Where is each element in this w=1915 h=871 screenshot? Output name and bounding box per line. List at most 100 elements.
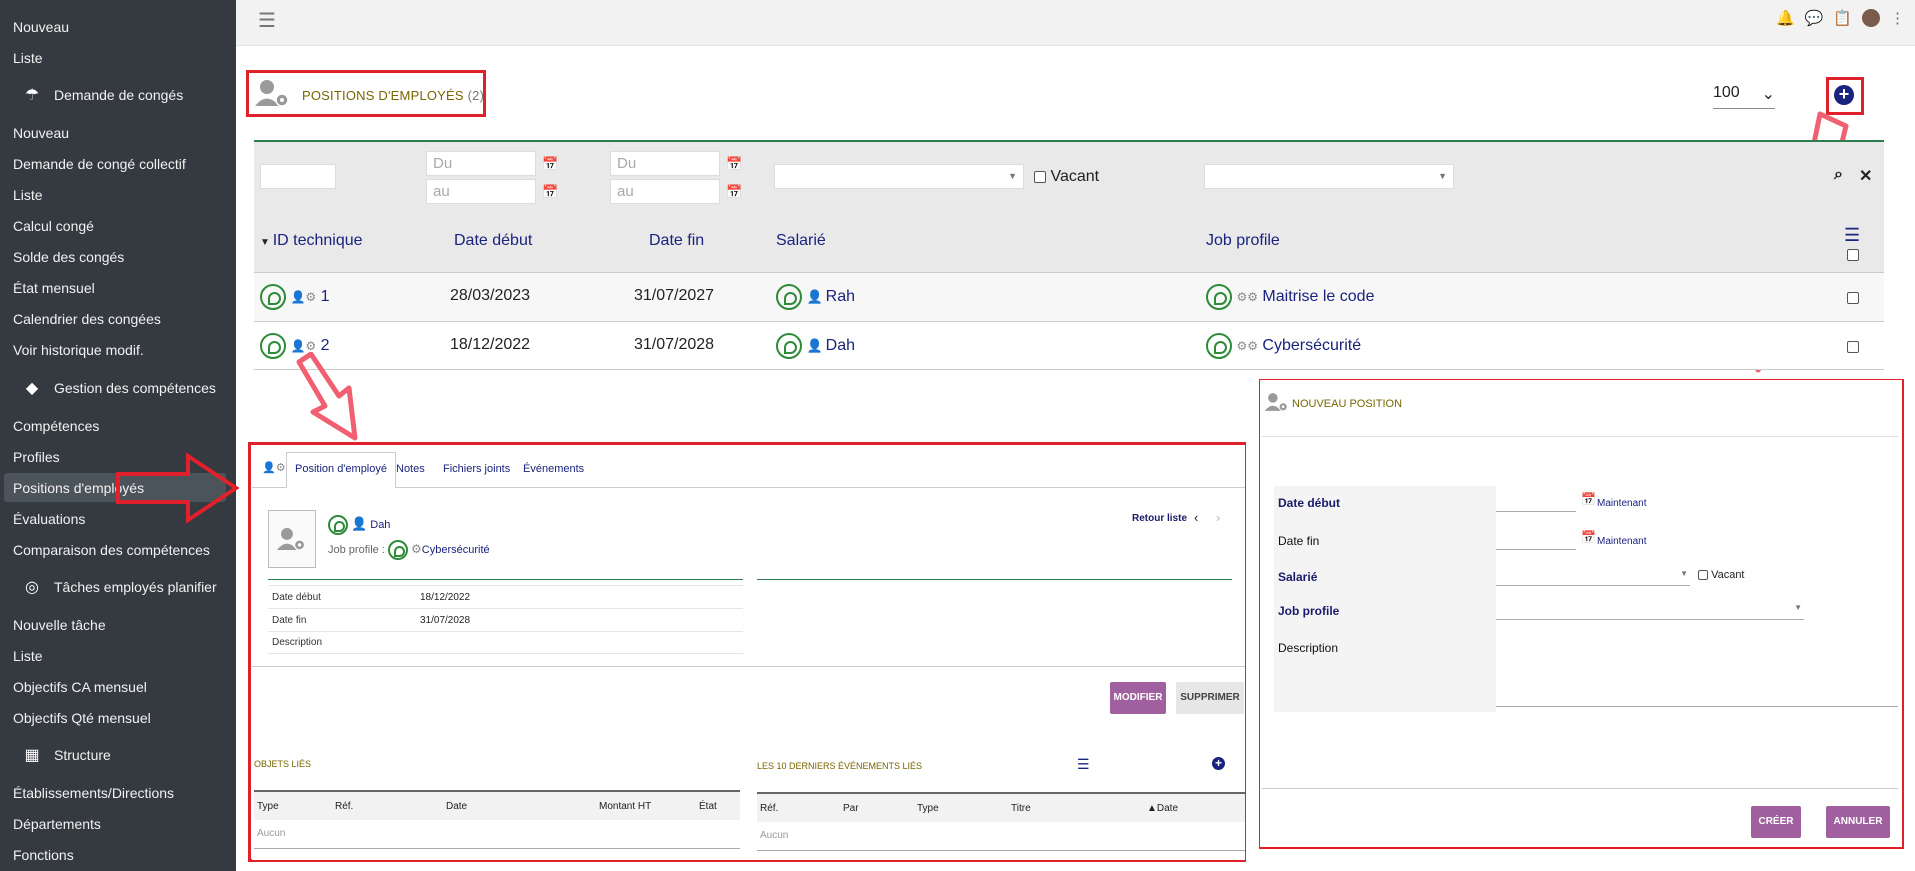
close-icon[interactable]: ✕ bbox=[1859, 166, 1872, 186]
date-debut-du-input[interactable]: Du bbox=[426, 151, 536, 176]
sidebar-item-calendrier[interactable]: Calendrier des congées bbox=[13, 311, 161, 327]
list-icon[interactable]: ☰ bbox=[1077, 756, 1090, 773]
hamburger-menu-icon[interactable]: ☰ bbox=[258, 8, 276, 33]
maintenant-link[interactable]: Maintenant bbox=[1597, 498, 1646, 509]
whatsapp-icon[interactable] bbox=[776, 333, 802, 359]
column-header[interactable]: Réf. bbox=[335, 801, 353, 812]
job-profile-select[interactable]: ▼ bbox=[1496, 598, 1804, 620]
table-row[interactable]: 👤⚙ 2 18/12/2022 31/07/2028 👤 Dah ⚙⚙ Cyber… bbox=[254, 321, 1884, 370]
sidebar-item-calcul-conge[interactable]: Calcul congé bbox=[13, 218, 94, 234]
whatsapp-icon[interactable] bbox=[260, 333, 286, 359]
sidebar-item-nouvelle-tache[interactable]: Nouvelle tâche bbox=[13, 617, 106, 633]
sidebar-item-competences[interactable]: Compétences bbox=[13, 418, 99, 434]
add-button[interactable]: + bbox=[1834, 85, 1854, 105]
sidebar-item-liste[interactable]: Liste bbox=[13, 50, 43, 66]
sidebar-section-conges[interactable]: ☂ Demande de congés bbox=[22, 85, 183, 105]
id-filter-input[interactable] bbox=[260, 164, 336, 189]
chevron-left-icon[interactable]: ‹ bbox=[1194, 510, 1198, 525]
sidebar-item-objectifs-ca[interactable]: Objectifs CA mensuel bbox=[13, 679, 147, 695]
row-salarie[interactable]: Dah bbox=[826, 337, 855, 354]
sidebar-item-objectifs-qte[interactable]: Objectifs Qté mensuel bbox=[13, 710, 151, 726]
creer-button[interactable]: CRÉER bbox=[1751, 806, 1801, 838]
avatar[interactable] bbox=[1862, 9, 1880, 27]
notifications-icon[interactable]: 🔔 bbox=[1776, 9, 1795, 27]
select-all-checkbox[interactable] bbox=[1847, 249, 1859, 261]
date-fin-du-input[interactable]: Du bbox=[610, 151, 720, 176]
sidebar-item-nouveau[interactable]: Nouveau bbox=[13, 19, 69, 35]
annuler-button[interactable]: ANNULER bbox=[1826, 806, 1890, 838]
sidebar-item-profiles[interactable]: Profiles bbox=[13, 449, 60, 465]
sidebar-section-taches[interactable]: ◎ Tâches employés planifier bbox=[22, 577, 217, 597]
clipboard-icon[interactable]: 📋 bbox=[1833, 9, 1852, 27]
sidebar-item-historique[interactable]: Voir historique modif. bbox=[13, 342, 144, 358]
sidebar-item-etablissements[interactable]: Établissements/Directions bbox=[13, 785, 174, 801]
per-page-select[interactable]: 100 ⌄ bbox=[1713, 84, 1775, 109]
column-header-date-debut[interactable]: Date début bbox=[454, 232, 532, 250]
date-debut-input[interactable] bbox=[1496, 490, 1576, 512]
whatsapp-icon[interactable] bbox=[776, 284, 802, 310]
column-header-id[interactable]: ▼ ID technique bbox=[260, 232, 363, 250]
sidebar-item-conge-collectif[interactable]: Demande de congé collectif bbox=[13, 156, 186, 172]
sidebar-section-competences[interactable]: ◆ Gestion des compétences bbox=[22, 378, 216, 398]
whatsapp-icon[interactable] bbox=[260, 284, 286, 310]
detail-salarie-name[interactable]: Dah bbox=[370, 519, 390, 531]
chevron-right-icon[interactable]: › bbox=[1216, 510, 1220, 525]
row-job-profile[interactable]: Cybersécurité bbox=[1262, 337, 1361, 354]
employee-photo[interactable] bbox=[268, 510, 316, 568]
sidebar-item-etat-mensuel[interactable]: État mensuel bbox=[13, 280, 95, 296]
chat-icon[interactable]: 💬 bbox=[1805, 9, 1824, 27]
tab-position[interactable]: Position d'employé bbox=[286, 452, 396, 489]
maintenant-link[interactable]: Maintenant bbox=[1597, 536, 1646, 547]
column-header-date-fin[interactable]: Date fin bbox=[649, 232, 704, 250]
column-header[interactable]: ▲Date bbox=[1147, 803, 1178, 814]
salarie-select[interactable]: ▼ bbox=[1496, 564, 1690, 586]
tab-evenements[interactable]: Événements bbox=[523, 463, 584, 475]
sidebar-item-liste[interactable]: Liste bbox=[13, 648, 43, 664]
sidebar-item-liste[interactable]: Liste bbox=[13, 187, 43, 203]
calendar-icon[interactable]: 📅 bbox=[726, 156, 742, 172]
column-header[interactable]: Date bbox=[446, 801, 467, 812]
calendar-icon[interactable]: 📅 bbox=[1581, 530, 1596, 544]
calendar-icon[interactable]: 📅 bbox=[542, 156, 558, 172]
row-job-profile[interactable]: Maitrise le code bbox=[1262, 288, 1374, 305]
table-row[interactable]: 👤⚙ 1 28/03/2023 31/07/2027 👤 Rah ⚙⚙ Maitr… bbox=[254, 272, 1884, 321]
calendar-icon[interactable]: 📅 bbox=[726, 184, 742, 200]
whatsapp-icon[interactable] bbox=[328, 515, 348, 535]
add-event-icon[interactable]: + bbox=[1212, 757, 1225, 770]
sidebar-item-fonctions[interactable]: Fonctions bbox=[13, 847, 74, 863]
row-checkbox[interactable] bbox=[1847, 292, 1859, 304]
tab-fichiers[interactable]: Fichiers joints bbox=[443, 463, 510, 475]
modifier-button[interactable]: MODIFIER bbox=[1110, 682, 1166, 714]
tab-notes[interactable]: Notes bbox=[396, 463, 425, 475]
column-header[interactable]: Type bbox=[917, 803, 939, 814]
column-header-job-profile[interactable]: Job profile bbox=[1206, 232, 1280, 250]
column-header-salarie[interactable]: Salarié bbox=[776, 232, 826, 250]
column-header[interactable]: État bbox=[699, 801, 717, 812]
list-icon[interactable]: ☰ bbox=[1844, 225, 1860, 246]
vacant-filter[interactable]: Vacant bbox=[1034, 168, 1099, 186]
date-fin-input[interactable] bbox=[1496, 528, 1576, 550]
calendar-icon[interactable]: 📅 bbox=[542, 184, 558, 200]
search-icon[interactable]: ⌕ bbox=[1834, 166, 1843, 184]
row-checkbox[interactable] bbox=[1847, 341, 1859, 353]
calendar-icon[interactable]: 📅 bbox=[1581, 492, 1596, 506]
sidebar-item-comparaison[interactable]: Comparaison des compétences bbox=[13, 542, 210, 558]
whatsapp-icon[interactable] bbox=[387, 540, 408, 560]
description-textarea[interactable] bbox=[1496, 635, 1898, 707]
sidebar-item-departements[interactable]: Départements bbox=[13, 816, 101, 832]
column-header[interactable]: Montant HT bbox=[599, 801, 651, 812]
vacant-checkbox[interactable] bbox=[1034, 170, 1046, 183]
date-fin-au-input[interactable]: au bbox=[610, 179, 720, 204]
column-header[interactable]: Réf. bbox=[760, 803, 778, 814]
detail-job-name[interactable]: Cybersécurité bbox=[422, 544, 490, 556]
supprimer-button[interactable]: SUPPRIMER bbox=[1176, 682, 1244, 714]
more-vertical-icon[interactable]: ⋮ bbox=[1890, 9, 1905, 27]
sidebar-item-nouveau[interactable]: Nouveau bbox=[13, 125, 69, 141]
whatsapp-icon[interactable] bbox=[1206, 284, 1232, 310]
sidebar-section-structure[interactable]: ▦ Structure bbox=[22, 745, 110, 765]
column-header[interactable]: Type bbox=[257, 801, 279, 812]
job-filter-select[interactable]: ▼ bbox=[1204, 164, 1454, 189]
row-id[interactable]: 1 bbox=[321, 288, 330, 305]
column-header[interactable]: Titre bbox=[1011, 803, 1031, 814]
column-header[interactable]: Par bbox=[843, 803, 859, 814]
